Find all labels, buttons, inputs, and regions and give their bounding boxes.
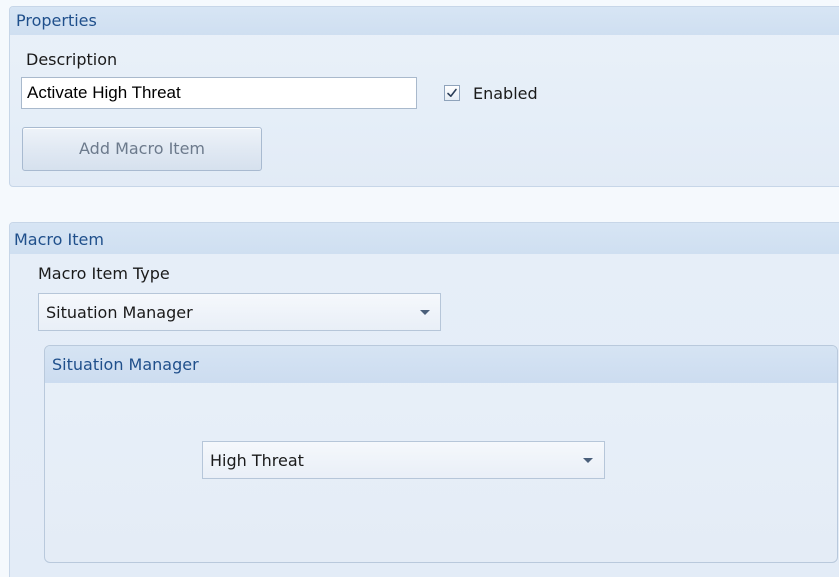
add-macro-item-button[interactable]: Add Macro Item (22, 127, 262, 171)
properties-title: Properties (16, 11, 97, 30)
description-label: Description (26, 50, 118, 69)
macro-editor: Properties Description Enabled Add Macro… (0, 0, 839, 577)
description-input[interactable] (21, 77, 417, 109)
macro-item-type-dropdown[interactable]: Situation Manager (38, 293, 441, 331)
situation-manager-title: Situation Manager (52, 355, 199, 374)
macro-item-title: Macro Item (14, 230, 104, 249)
chevron-down-icon[interactable] (420, 310, 430, 315)
situation-dropdown-value: High Threat (210, 451, 304, 470)
situation-manager-header: Situation Manager (45, 346, 837, 383)
macro-item-panel: Macro Item Macro Item Type Situation Man… (9, 222, 839, 577)
macro-item-header: Macro Item (10, 223, 839, 254)
chevron-down-icon[interactable] (583, 458, 593, 463)
situation-manager-panel: Situation Manager High Threat (44, 345, 838, 563)
enabled-checkbox[interactable] (444, 85, 460, 101)
properties-panel: Properties Description Enabled Add Macro… (9, 6, 839, 187)
situation-dropdown[interactable]: High Threat (202, 441, 605, 479)
properties-header: Properties (10, 7, 839, 35)
macro-item-type-label: Macro Item Type (38, 264, 170, 283)
check-icon (447, 88, 457, 97)
enabled-label[interactable]: Enabled (473, 85, 538, 103)
macro-item-type-value: Situation Manager (46, 303, 193, 322)
